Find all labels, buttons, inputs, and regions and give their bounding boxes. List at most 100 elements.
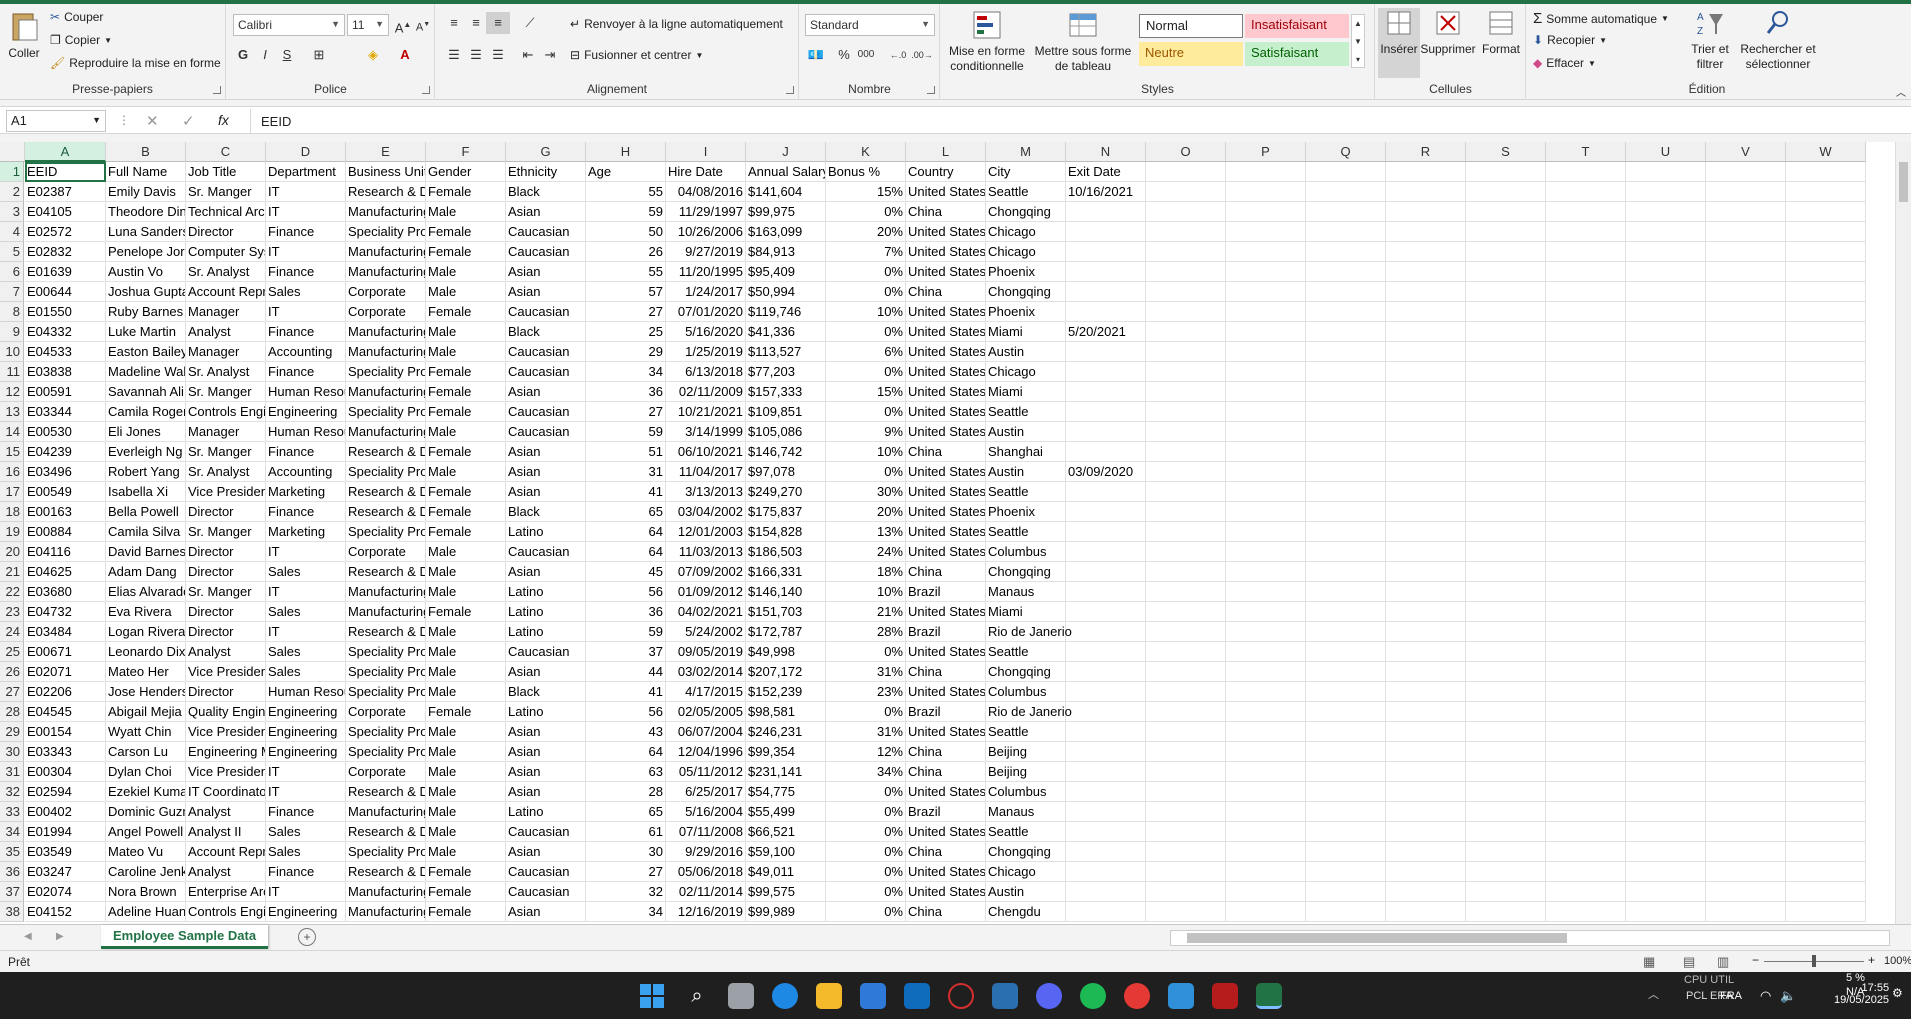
cell-h29[interactable]: 43: [586, 722, 666, 742]
cell-c4[interactable]: Director: [186, 222, 266, 242]
cell-b17[interactable]: Isabella Xi: [106, 482, 186, 502]
cell-u21[interactable]: [1626, 562, 1706, 582]
cell-j29[interactable]: $246,231: [746, 722, 826, 742]
cell-j21[interactable]: $166,331: [746, 562, 826, 582]
cell-j24[interactable]: $172,787: [746, 622, 826, 642]
notifications-icon[interactable]: ⚙: [1892, 986, 1903, 1000]
cell-b4[interactable]: Luna Sanders: [106, 222, 186, 242]
cell-l10[interactable]: United States: [906, 342, 986, 362]
cell-r8[interactable]: [1386, 302, 1466, 322]
cell-p29[interactable]: [1226, 722, 1306, 742]
column-header-t[interactable]: T: [1546, 142, 1626, 162]
cell-d34[interactable]: Sales: [266, 822, 346, 842]
cell-p19[interactable]: [1226, 522, 1306, 542]
cell-r21[interactable]: [1386, 562, 1466, 582]
cell-q24[interactable]: [1306, 622, 1386, 642]
cell-u32[interactable]: [1626, 782, 1706, 802]
cell-p9[interactable]: [1226, 322, 1306, 342]
cell-h31[interactable]: 63: [586, 762, 666, 782]
cell-e14[interactable]: Manufacturing: [346, 422, 426, 442]
cell-m8[interactable]: Phoenix: [986, 302, 1066, 322]
cell-g12[interactable]: Asian: [506, 382, 586, 402]
cell-v31[interactable]: [1706, 762, 1786, 782]
sort-filter-button[interactable]: AZ Trier et filtrer: [1685, 8, 1735, 72]
cell-t20[interactable]: [1546, 542, 1626, 562]
cell-e6[interactable]: Manufacturing: [346, 262, 426, 282]
cell-a8[interactable]: E01550: [25, 302, 106, 322]
row-header[interactable]: 18: [0, 502, 24, 522]
cell-o38[interactable]: [1146, 902, 1226, 922]
cell-p26[interactable]: [1226, 662, 1306, 682]
cell-u31[interactable]: [1626, 762, 1706, 782]
cell-t35[interactable]: [1546, 842, 1626, 862]
cell-c34[interactable]: Analyst II: [186, 822, 266, 842]
cell-f31[interactable]: Male: [426, 762, 506, 782]
cell-c14[interactable]: Manager: [186, 422, 266, 442]
cell-o14[interactable]: [1146, 422, 1226, 442]
winrar-icon[interactable]: [1212, 983, 1238, 1009]
cell-p30[interactable]: [1226, 742, 1306, 762]
cell-k25[interactable]: 0%: [826, 642, 906, 662]
cell-h5[interactable]: 26: [586, 242, 666, 262]
cell-s9[interactable]: [1466, 322, 1546, 342]
cell-i31[interactable]: 05/11/2012: [666, 762, 746, 782]
cell-m26[interactable]: Chongqing: [986, 662, 1066, 682]
cell-t5[interactable]: [1546, 242, 1626, 262]
cell-m25[interactable]: Seattle: [986, 642, 1066, 662]
cell-n32[interactable]: [1066, 782, 1146, 802]
cell-h34[interactable]: 61: [586, 822, 666, 842]
cell-n19[interactable]: [1066, 522, 1146, 542]
cell-q1[interactable]: [1306, 162, 1386, 182]
cell-a26[interactable]: E02071: [25, 662, 106, 682]
cell-l13[interactable]: United States: [906, 402, 986, 422]
cell-f28[interactable]: Female: [426, 702, 506, 722]
cell-a12[interactable]: E00591: [25, 382, 106, 402]
cell-f26[interactable]: Male: [426, 662, 506, 682]
align-bottom-button[interactable]: ≡: [486, 12, 510, 34]
cell-j8[interactable]: $119,746: [746, 302, 826, 322]
cell-l16[interactable]: United States: [906, 462, 986, 482]
cell-f22[interactable]: Male: [426, 582, 506, 602]
align-right-button[interactable]: ☰: [486, 44, 510, 66]
cell-m6[interactable]: Phoenix: [986, 262, 1066, 282]
cell-i5[interactable]: 9/27/2019: [666, 242, 746, 262]
cell-p38[interactable]: [1226, 902, 1306, 922]
cell-l11[interactable]: United States: [906, 362, 986, 382]
cell-d36[interactable]: Finance: [266, 862, 346, 882]
cell-u28[interactable]: [1626, 702, 1706, 722]
cell-i25[interactable]: 09/05/2019: [666, 642, 746, 662]
cell-k17[interactable]: 30%: [826, 482, 906, 502]
cell-g36[interactable]: Caucasian: [506, 862, 586, 882]
cell-m35[interactable]: Chongqing: [986, 842, 1066, 862]
cell-m10[interactable]: Austin: [986, 342, 1066, 362]
cell-a1[interactable]: EEID: [25, 162, 106, 182]
cell-e30[interactable]: Speciality Products: [346, 742, 426, 762]
cell-q7[interactable]: [1306, 282, 1386, 302]
column-header-m[interactable]: M: [986, 142, 1066, 162]
cell-f9[interactable]: Male: [426, 322, 506, 342]
cell-e16[interactable]: Speciality Products: [346, 462, 426, 482]
cell-k18[interactable]: 20%: [826, 502, 906, 522]
cell-w19[interactable]: [1786, 522, 1866, 542]
cell-t10[interactable]: [1546, 342, 1626, 362]
orientation-button[interactable]: ⟋: [518, 12, 542, 34]
row-header[interactable]: 29: [0, 722, 24, 742]
cell-t36[interactable]: [1546, 862, 1626, 882]
cell-l2[interactable]: United States: [906, 182, 986, 202]
cell-a11[interactable]: E03838: [25, 362, 106, 382]
cell-p6[interactable]: [1226, 262, 1306, 282]
underline-button[interactable]: S: [275, 44, 299, 66]
cell-p31[interactable]: [1226, 762, 1306, 782]
cell-u24[interactable]: [1626, 622, 1706, 642]
alignment-launcher-icon[interactable]: [786, 86, 794, 94]
cell-e13[interactable]: Speciality Products: [346, 402, 426, 422]
cell-o4[interactable]: [1146, 222, 1226, 242]
row-header[interactable]: 12: [0, 382, 24, 402]
cell-p21[interactable]: [1226, 562, 1306, 582]
cell-m27[interactable]: Columbus: [986, 682, 1066, 702]
cell-h13[interactable]: 27: [586, 402, 666, 422]
cell-r17[interactable]: [1386, 482, 1466, 502]
cell-t16[interactable]: [1546, 462, 1626, 482]
cell-j28[interactable]: $98,581: [746, 702, 826, 722]
cell-k12[interactable]: 15%: [826, 382, 906, 402]
